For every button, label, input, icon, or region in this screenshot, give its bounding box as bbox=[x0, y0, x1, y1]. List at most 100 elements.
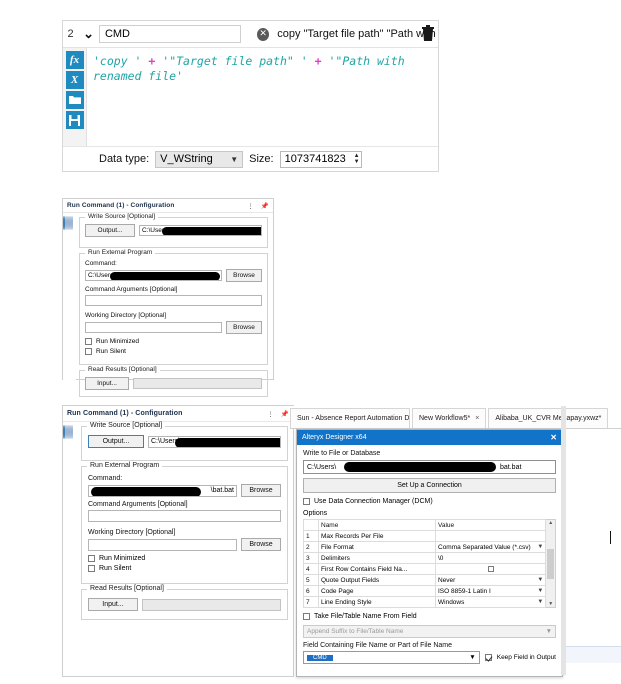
run-silent-row[interactable]: Run Silent bbox=[85, 348, 262, 355]
row-name: File Format bbox=[318, 541, 436, 553]
row-value-select[interactable]: ISO 8859-1 Latin I ▼ bbox=[434, 585, 547, 597]
pin-icon[interactable]: 📌 bbox=[281, 410, 289, 418]
run-minimized-row[interactable]: Run Minimized bbox=[85, 338, 262, 345]
scroll-up-icon[interactable]: ▲ bbox=[548, 520, 553, 526]
formula-expression-text[interactable]: 'copy ' + '"Target file path" ' + '"Path… bbox=[87, 48, 438, 146]
size-stepper[interactable]: ▲▼ bbox=[279, 150, 362, 168]
tab-alibaba-uk-cvr[interactable]: Alibaba_UK_CVR Megapay.yxwz* × bbox=[488, 408, 609, 428]
setup-connection-button[interactable]: Set Up a Connection bbox=[303, 478, 556, 493]
table-row[interactable]: 2 File Format Comma Separated Value (*.c… bbox=[303, 541, 547, 553]
read-results-input[interactable] bbox=[142, 598, 281, 611]
browse-button-2[interactable]: Browse bbox=[241, 538, 281, 551]
dcm-checkbox[interactable] bbox=[303, 498, 310, 505]
table-row[interactable]: 4 First Row Contains Field Na... bbox=[303, 563, 547, 575]
expr-operator-0: + bbox=[148, 54, 156, 68]
size-input[interactable] bbox=[280, 152, 353, 166]
keep-field-checkbox[interactable] bbox=[484, 654, 492, 661]
output-path-input[interactable]: C:\Users\ bbox=[148, 435, 281, 448]
redaction-bar bbox=[175, 437, 280, 447]
close-icon[interactable]: × bbox=[475, 415, 479, 422]
table-row[interactable]: 6 Code Page ISO 8859-1 Latin I ▼ bbox=[303, 585, 547, 597]
close-icon[interactable]: × bbox=[606, 415, 607, 422]
output-button[interactable]: Output... bbox=[88, 435, 144, 448]
kebab-menu-icon[interactable]: ⋮ bbox=[267, 410, 274, 418]
write-to-input[interactable]: C:\Users\ bat.bat bbox=[303, 460, 556, 474]
row-value[interactable] bbox=[434, 530, 547, 542]
row-value-checkbox-cell[interactable] bbox=[434, 563, 547, 575]
info-icon[interactable] bbox=[71, 425, 73, 439]
run-minimized-checkbox[interactable] bbox=[85, 338, 92, 345]
dialog-title: Alteryx Designer x64 bbox=[302, 434, 367, 441]
tab-new-workflow5[interactable]: New Workflow5* × bbox=[412, 408, 487, 428]
command-input[interactable]: C:\Users\ bbox=[85, 270, 222, 281]
options-label: Options bbox=[303, 510, 328, 517]
dcm-checkbox-row[interactable]: Use Data Connection Manager (DCM) bbox=[303, 498, 556, 505]
write-source-caption: Write Source [Optional] bbox=[87, 422, 166, 429]
working-dir-input[interactable] bbox=[85, 322, 222, 333]
pin-icon[interactable]: 📌 bbox=[261, 202, 269, 210]
function-icon[interactable]: fx bbox=[65, 51, 84, 69]
read-results-caption: Read Results [Optional] bbox=[87, 585, 167, 592]
workflow-tab-bar: Sun - Absence Report Automation Dec.y...… bbox=[290, 406, 621, 429]
run-external-group: Run External Program Command: \bat.bat B… bbox=[81, 462, 288, 584]
output-path-input[interactable]: C:\Users\ bbox=[139, 225, 262, 236]
close-icon[interactable]: ✕ bbox=[550, 433, 557, 442]
options-scrollbar[interactable]: ▲ ▼ bbox=[546, 519, 556, 608]
clear-circle-icon[interactable]: ✕ bbox=[256, 27, 270, 41]
alteryx-designer-dialog: Alteryx Designer x64 ✕ Write to File or … bbox=[296, 429, 563, 677]
command-value: \bat.bat bbox=[210, 487, 234, 494]
table-row[interactable]: 1 Max Records Per File bbox=[303, 530, 547, 542]
tab-sun-absence-report[interactable]: Sun - Absence Report Automation Dec.y...… bbox=[290, 408, 410, 428]
run-minimized-checkbox[interactable] bbox=[88, 555, 95, 562]
kebab-menu-icon[interactable]: ⋮ bbox=[247, 202, 254, 210]
command-input[interactable]: \bat.bat bbox=[88, 484, 237, 497]
field-name-select[interactable]: CMD ▼ bbox=[303, 651, 480, 664]
run-minimized-row[interactable]: Run Minimized bbox=[88, 555, 281, 562]
take-name-checkbox[interactable] bbox=[303, 613, 310, 620]
data-type-select[interactable]: V_WString ▼ bbox=[155, 150, 244, 168]
working-dir-input[interactable] bbox=[88, 538, 237, 551]
row-value-select[interactable]: Comma Separated Value (*.csv) ▼ bbox=[434, 541, 547, 553]
info-icon[interactable] bbox=[71, 216, 73, 230]
variable-icon[interactable]: X bbox=[65, 71, 84, 89]
save-icon[interactable] bbox=[65, 111, 84, 129]
formula-expression-panel: 2 ⌄ CMD ✕ copy "Target file path" "Path … bbox=[62, 20, 439, 172]
input-button[interactable]: Input... bbox=[88, 598, 138, 611]
input-button[interactable]: Input... bbox=[85, 377, 129, 390]
options-table-wrap: Name Value 1 Max Records Per File 2 File… bbox=[303, 519, 556, 608]
read-results-input[interactable] bbox=[133, 378, 262, 389]
take-name-checkbox-row[interactable]: Take File/Table Name From Field bbox=[303, 613, 556, 620]
table-header-row: Name Value bbox=[303, 519, 547, 531]
row-name: Delimiters bbox=[318, 552, 436, 564]
open-folder-icon[interactable] bbox=[65, 91, 84, 109]
table-row[interactable]: 3 Delimiters \0 bbox=[303, 552, 547, 564]
run-external-group: Run External Program Command: C:\Users\ … bbox=[79, 249, 268, 365]
run-silent-label: Run Silent bbox=[96, 348, 126, 355]
spinner-icon[interactable]: ▲ ▼ bbox=[353, 153, 361, 165]
output-field-input[interactable]: CMD bbox=[98, 25, 241, 43]
command-args-input[interactable] bbox=[85, 295, 262, 306]
browse-button-2[interactable]: Browse bbox=[226, 321, 262, 334]
row-value-select[interactable]: Never ▼ bbox=[434, 574, 547, 586]
browse-button[interactable]: Browse bbox=[241, 484, 281, 497]
run-silent-row[interactable]: Run Silent bbox=[88, 565, 281, 572]
panel-title: Run Command (1) - Configuration bbox=[67, 410, 183, 417]
formula-editor-body: fx X 'copy ' + '"Target file path" ' + '… bbox=[63, 48, 438, 146]
scroll-down-icon[interactable]: ▼ bbox=[548, 601, 553, 607]
row-value-select[interactable]: Windows ▼ bbox=[434, 596, 547, 608]
first-row-header-checkbox[interactable] bbox=[487, 565, 494, 572]
table-row[interactable]: 5 Quote Output Fields Never ▼ bbox=[303, 574, 547, 586]
row-name: Line Ending Style bbox=[318, 596, 436, 608]
browse-button[interactable]: Browse bbox=[226, 269, 262, 282]
command-args-input[interactable] bbox=[88, 510, 281, 522]
field-containing-label: Field Containing File Name or Part of Fi… bbox=[303, 642, 453, 649]
trash-icon[interactable] bbox=[421, 25, 435, 42]
run-silent-checkbox[interactable] bbox=[85, 348, 92, 355]
row-value[interactable]: \0 bbox=[434, 552, 547, 564]
run-silent-checkbox[interactable] bbox=[88, 565, 95, 572]
scrollbar-thumb[interactable] bbox=[547, 548, 555, 579]
write-source-group: Write Source [Optional] Output... C:\Use… bbox=[81, 422, 288, 461]
table-row[interactable]: 7 Line Ending Style Windows ▼ bbox=[303, 596, 547, 608]
output-button[interactable]: Output... bbox=[85, 224, 135, 237]
chevron-down-icon[interactable]: ⌄ bbox=[78, 26, 99, 42]
